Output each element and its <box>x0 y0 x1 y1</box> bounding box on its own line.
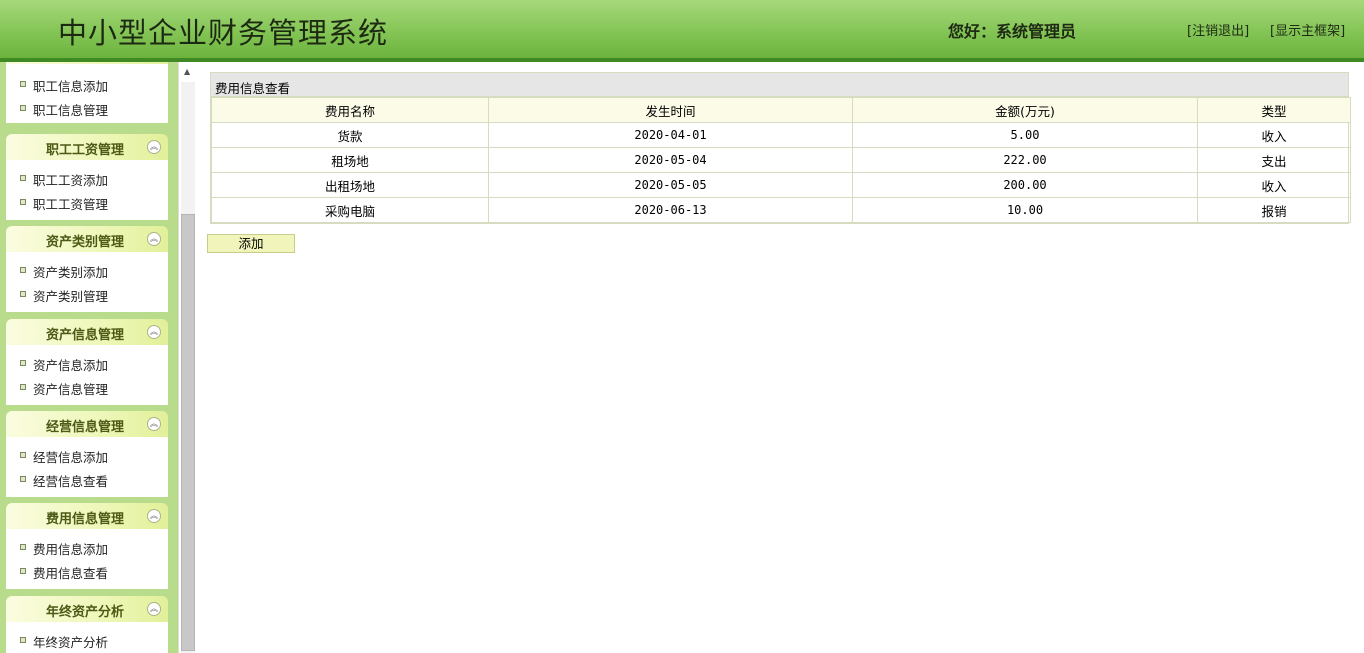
menu-group-header[interactable] <box>6 62 168 64</box>
column-header: 类型 <box>1197 97 1351 123</box>
bullet-icon <box>20 360 26 366</box>
bullet-icon <box>20 568 26 574</box>
menu-item-asset-category-manage[interactable]: 资产类别管理 <box>6 282 168 306</box>
expense-panel: 费用信息查看 费用名称 发生时间 金额(万元) 类型 货款 2020-04-01… <box>210 72 1351 224</box>
cell-amount: 10.00 <box>852 197 1198 223</box>
table-row: 采购电脑 2020-06-13 10.00 报销 <box>211 197 1351 223</box>
show-main-frame-link[interactable]: [显示主框架] <box>1270 20 1345 39</box>
app-title: 中小型企业财务管理系统 <box>58 16 389 50</box>
add-button[interactable]: 添加 <box>207 234 295 253</box>
menu-item-expense-add[interactable]: 费用信息添加 <box>6 535 168 559</box>
menu-item-year-end-analysis[interactable]: 年终资产分析 <box>6 628 168 652</box>
bullet-icon <box>20 105 26 111</box>
table-row: 租场地 2020-05-04 222.00 支出 <box>211 147 1351 173</box>
header-bar: 中小型企业财务管理系统 您好：系统管理员 [注销退出] [显示主框架] <box>0 0 1364 62</box>
cell-date: 2020-05-05 <box>488 172 853 198</box>
column-header: 费用名称 <box>211 97 489 123</box>
menu-item-asset-info-manage[interactable]: 资产信息管理 <box>6 375 168 399</box>
menu-group-business-info: 经营信息管理 ︽ 经营信息添加 经营信息查看 <box>6 411 168 497</box>
menu-item-asset-category-add[interactable]: 资产类别添加 <box>6 258 168 282</box>
cell-date: 2020-05-04 <box>488 147 853 173</box>
double-chevron-up-icon[interactable]: ︽ <box>147 417 161 431</box>
bullet-icon <box>20 637 26 643</box>
cell-amount: 200.00 <box>852 172 1198 198</box>
table-row: 货款 2020-04-01 5.00 收入 <box>211 122 1351 148</box>
cell-expense-name: 租场地 <box>211 147 489 173</box>
column-header: 发生时间 <box>488 97 853 123</box>
menu-group-expense-info: 费用信息管理 ︽ 费用信息添加 费用信息查看 <box>6 503 168 589</box>
cell-expense-name: 出租场地 <box>211 172 489 198</box>
cell-date: 2020-06-13 <box>488 197 853 223</box>
cell-expense-name: 采购电脑 <box>211 197 489 223</box>
cell-type: 报销 <box>1197 197 1351 223</box>
menu-item-asset-info-add[interactable]: 资产信息添加 <box>6 351 168 375</box>
cell-type: 收入 <box>1197 122 1351 148</box>
menu-group-year-end-analysis: 年终资产分析 ︽ 年终资产分析 <box>6 596 168 653</box>
menu-item-salary-add[interactable]: 职工工资添加 <box>6 166 168 190</box>
sidebar: 职工信息添加 职工信息管理 职工工资管理 ︽ 职工工资添加 职工工资管理 资产类… <box>0 62 178 653</box>
menu-item-employee-add[interactable]: 职工信息添加 <box>6 72 168 96</box>
cell-amount: 5.00 <box>852 122 1198 148</box>
expense-table: 费用名称 发生时间 金额(万元) 类型 货款 2020-04-01 5.00 收… <box>211 97 1351 223</box>
double-chevron-up-icon[interactable]: ︽ <box>147 509 161 523</box>
menu-group-employee-info: 职工信息添加 职工信息管理 <box>6 62 168 123</box>
cell-date: 2020-04-01 <box>488 122 853 148</box>
bullet-icon <box>20 267 26 273</box>
menu-group-header-expense-info[interactable]: 费用信息管理 ︽ <box>6 503 168 529</box>
double-chevron-up-icon[interactable]: ︽ <box>147 602 161 616</box>
bullet-icon <box>20 544 26 550</box>
menu-group-header-salary[interactable]: 职工工资管理 ︽ <box>6 134 168 160</box>
panel-title: 费用信息查看 <box>211 73 1348 97</box>
cell-type: 支出 <box>1197 147 1351 173</box>
menu-group-header-business-info[interactable]: 经营信息管理 ︽ <box>6 411 168 437</box>
table-row: 出租场地 2020-05-05 200.00 收入 <box>211 172 1351 198</box>
bullet-icon <box>20 476 26 482</box>
menu-item-employee-manage[interactable]: 职工信息管理 <box>6 96 168 120</box>
menu-item-business-info-add[interactable]: 经营信息添加 <box>6 443 168 467</box>
menu-item-expense-view[interactable]: 费用信息查看 <box>6 559 168 583</box>
menu-group-asset-info: 资产信息管理 ︽ 资产信息添加 资产信息管理 <box>6 319 168 405</box>
scroll-thumb[interactable] <box>181 214 195 651</box>
cell-type: 收入 <box>1197 172 1351 198</box>
bullet-icon <box>20 384 26 390</box>
bullet-icon <box>20 81 26 87</box>
menu-item-business-info-view[interactable]: 经营信息查看 <box>6 467 168 491</box>
user-greeting: 您好：系统管理员 <box>948 22 1077 41</box>
bullet-icon <box>20 175 26 181</box>
menu-group-asset-category: 资产类别管理 ︽ 资产类别添加 资产类别管理 <box>6 226 168 312</box>
cell-expense-name: 货款 <box>211 122 489 148</box>
menu-group-header-year-end-analysis[interactable]: 年终资产分析 ︽ <box>6 596 168 622</box>
scroll-up-arrow-icon[interactable]: ▲ <box>184 67 190 76</box>
menu-group-header-asset-category[interactable]: 资产类别管理 ︽ <box>6 226 168 252</box>
menu-group-header-asset-info[interactable]: 资产信息管理 ︽ <box>6 319 168 345</box>
menu-group-salary: 职工工资管理 ︽ 职工工资添加 职工工资管理 <box>6 134 168 220</box>
double-chevron-up-icon[interactable]: ︽ <box>147 325 161 339</box>
bullet-icon <box>20 199 26 205</box>
menu-item-salary-manage[interactable]: 职工工资管理 <box>6 190 168 214</box>
double-chevron-up-icon[interactable]: ︽ <box>147 140 161 154</box>
column-header: 金额(万元) <box>852 97 1198 123</box>
sidebar-scrollbar[interactable]: ▲ <box>178 62 196 653</box>
bullet-icon <box>20 452 26 458</box>
logout-link[interactable]: [注销退出] <box>1187 20 1249 39</box>
double-chevron-up-icon[interactable]: ︽ <box>147 232 161 246</box>
cell-amount: 222.00 <box>852 147 1198 173</box>
bullet-icon <box>20 291 26 297</box>
table-header-row: 费用名称 发生时间 金额(万元) 类型 <box>211 97 1351 123</box>
